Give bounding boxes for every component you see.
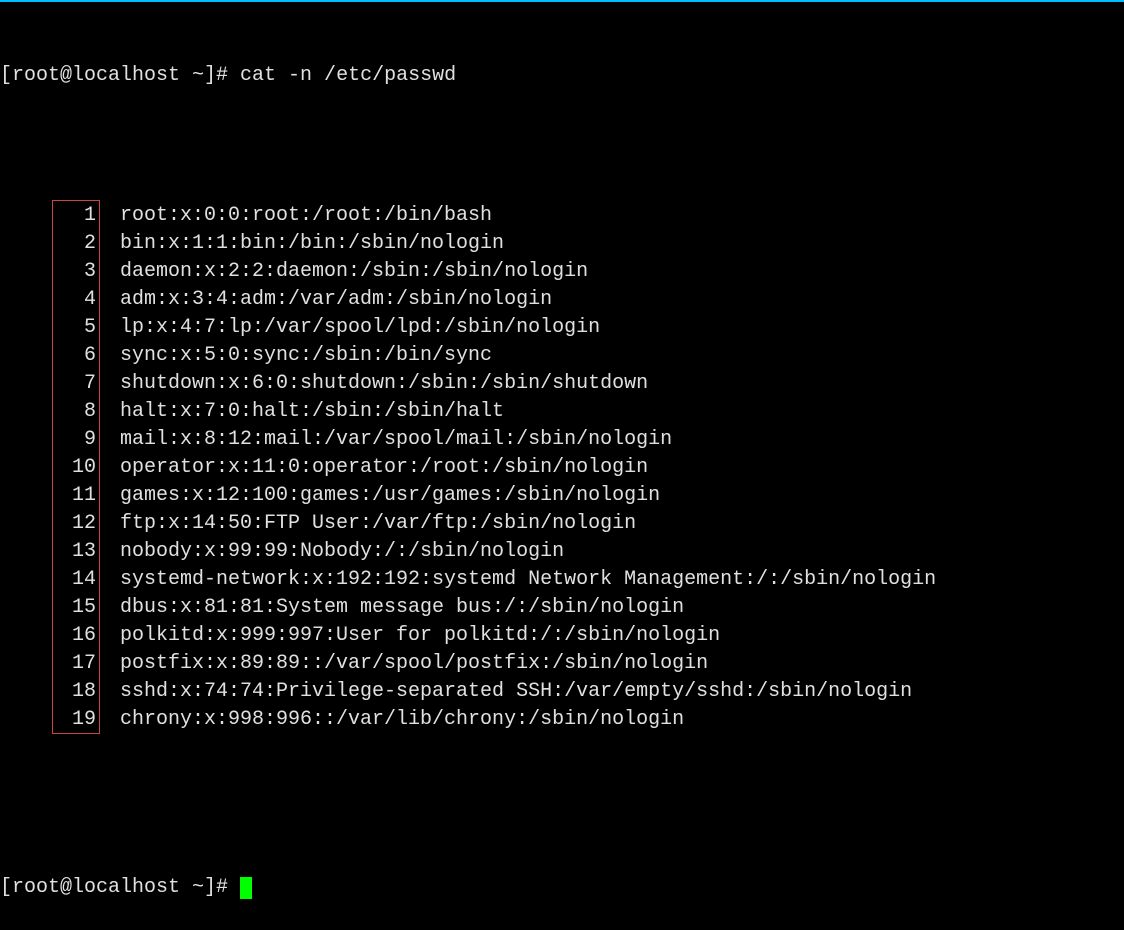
output-line: 8halt:x:7:0:halt:/sbin:/sbin/halt	[0, 398, 1124, 426]
line-number: 3	[0, 258, 96, 286]
line-content: polkitd:x:999:997:User for polkitd:/:/sb…	[96, 622, 720, 650]
line-content: root:x:0:0:root:/root:/bin/bash	[96, 202, 492, 230]
line-number: 15	[0, 594, 96, 622]
output-line: 11games:x:12:100:games:/usr/games:/sbin/…	[0, 482, 1124, 510]
line-content: nobody:x:99:99:Nobody:/:/sbin/nologin	[96, 538, 564, 566]
line-content: sshd:x:74:74:Privilege-separated SSH:/va…	[96, 678, 912, 706]
line-content: postfix:x:89:89::/var/spool/postfix:/sbi…	[96, 650, 708, 678]
line-number: 2	[0, 230, 96, 258]
prompt-prefix: [root@localhost ~]#	[0, 64, 240, 87]
output-line: 10operator:x:11:0:operator:/root:/sbin/n…	[0, 454, 1124, 482]
line-content: daemon:x:2:2:daemon:/sbin:/sbin/nologin	[96, 258, 588, 286]
output-line: 1root:x:0:0:root:/root:/bin/bash	[0, 202, 1124, 230]
line-content: bin:x:1:1:bin:/bin:/sbin/nologin	[96, 230, 504, 258]
line-number: 11	[0, 482, 96, 510]
command-line-2: [root@localhost ~]#	[0, 874, 1124, 902]
line-content: operator:x:11:0:operator:/root:/sbin/nol…	[96, 454, 648, 482]
output-line: 12ftp:x:14:50:FTP User:/var/ftp:/sbin/no…	[0, 510, 1124, 538]
output-line: 19chrony:x:998:996::/var/lib/chrony:/sbi…	[0, 706, 1124, 734]
output-line: 14systemd-network:x:192:192:systemd Netw…	[0, 566, 1124, 594]
line-content: adm:x:3:4:adm:/var/adm:/sbin/nologin	[96, 286, 552, 314]
line-number: 7	[0, 370, 96, 398]
line-number: 9	[0, 426, 96, 454]
line-content: sync:x:5:0:sync:/sbin:/bin/sync	[96, 342, 492, 370]
output-line: 5lp:x:4:7:lp:/var/spool/lpd:/sbin/nologi…	[0, 314, 1124, 342]
prompt-prefix: [root@localhost ~]#	[0, 876, 240, 899]
line-content: halt:x:7:0:halt:/sbin:/sbin/halt	[96, 398, 504, 426]
line-content: systemd-network:x:192:192:systemd Networ…	[96, 566, 936, 594]
line-number: 4	[0, 286, 96, 314]
line-number: 1	[0, 202, 96, 230]
command-line-1: [root@localhost ~]# cat -n /etc/passwd	[0, 62, 1124, 90]
output-line: 6sync:x:5:0:sync:/sbin:/bin/sync	[0, 342, 1124, 370]
line-number: 19	[0, 706, 96, 734]
output-line: 7shutdown:x:6:0:shutdown:/sbin:/sbin/shu…	[0, 370, 1124, 398]
output-line: 16polkitd:x:999:997:User for polkitd:/:/…	[0, 622, 1124, 650]
output-line: 15dbus:x:81:81:System message bus:/:/sbi…	[0, 594, 1124, 622]
output-line: 9mail:x:8:12:mail:/var/spool/mail:/sbin/…	[0, 426, 1124, 454]
line-content: dbus:x:81:81:System message bus:/:/sbin/…	[96, 594, 684, 622]
line-number: 17	[0, 650, 96, 678]
line-number: 16	[0, 622, 96, 650]
line-content: mail:x:8:12:mail:/var/spool/mail:/sbin/n…	[96, 426, 672, 454]
line-number: 8	[0, 398, 96, 426]
line-number: 10	[0, 454, 96, 482]
output-line: 4adm:x:3:4:adm:/var/adm:/sbin/nologin	[0, 286, 1124, 314]
output-line: 18sshd:x:74:74:Privilege-separated SSH:/…	[0, 678, 1124, 706]
line-content: lp:x:4:7:lp:/var/spool/lpd:/sbin/nologin	[96, 314, 600, 342]
output-line: 3daemon:x:2:2:daemon:/sbin:/sbin/nologin	[0, 258, 1124, 286]
line-content: games:x:12:100:games:/usr/games:/sbin/no…	[96, 482, 660, 510]
line-number: 5	[0, 314, 96, 342]
output-line: 13nobody:x:99:99:Nobody:/:/sbin/nologin	[0, 538, 1124, 566]
output-container: 1root:x:0:0:root:/root:/bin/bash2bin:x:1…	[0, 146, 1124, 818]
output-line: 2bin:x:1:1:bin:/bin:/sbin/nologin	[0, 230, 1124, 258]
line-number: 14	[0, 566, 96, 594]
line-content: shutdown:x:6:0:shutdown:/sbin:/sbin/shut…	[96, 370, 648, 398]
line-number: 13	[0, 538, 96, 566]
terminal[interactable]: [root@localhost ~]# cat -n /etc/passwd 1…	[0, 6, 1124, 930]
line-content: ftp:x:14:50:FTP User:/var/ftp:/sbin/nolo…	[96, 510, 636, 538]
line-number: 12	[0, 510, 96, 538]
command-text: cat -n /etc/passwd	[240, 64, 456, 87]
line-content: chrony:x:998:996::/var/lib/chrony:/sbin/…	[96, 706, 684, 734]
line-number: 18	[0, 678, 96, 706]
cursor	[240, 877, 252, 899]
line-number: 6	[0, 342, 96, 370]
output-line: 17postfix:x:89:89::/var/spool/postfix:/s…	[0, 650, 1124, 678]
